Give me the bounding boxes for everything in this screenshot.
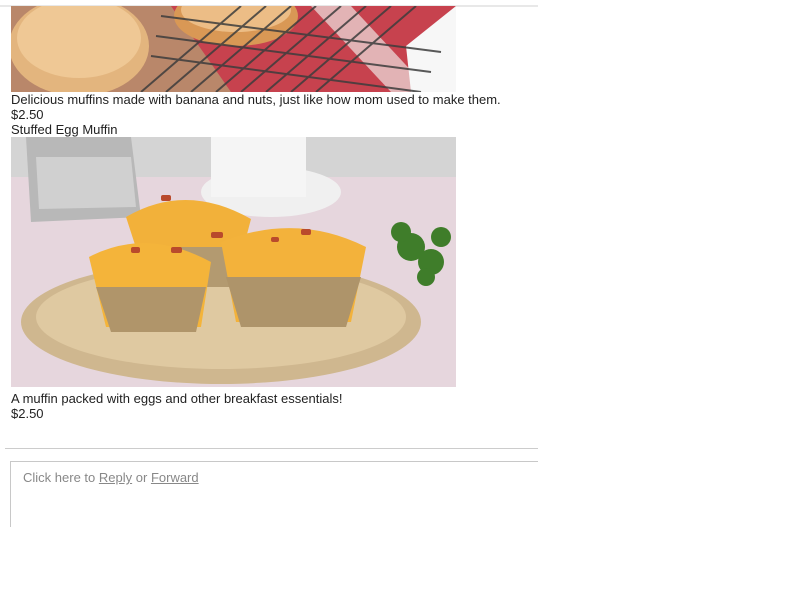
forward-link[interactable]: Forward (151, 470, 199, 485)
email-body: Delicious muffins made with banana and n… (11, 0, 538, 421)
egg-muffin-image (11, 137, 456, 387)
banana-muffin-illustration (11, 6, 456, 92)
reply-or-text: or (135, 470, 148, 485)
reply-prefix-text: Click here to (23, 470, 96, 485)
product-description: A muffin packed with eggs and other brea… (11, 391, 343, 406)
product-price: $2.50 (11, 107, 44, 122)
product-description: Delicious muffins made with banana and n… (11, 92, 501, 107)
reply-forward-box[interactable]: Click here to Reply or Forward (10, 461, 538, 527)
section-divider (5, 448, 538, 449)
egg-muffin-illustration (11, 137, 456, 387)
product-name: Stuffed Egg Muffin (11, 122, 118, 137)
banana-muffin-image (11, 6, 456, 92)
reply-link[interactable]: Reply (99, 470, 132, 485)
product-price: $2.50 (11, 406, 44, 421)
